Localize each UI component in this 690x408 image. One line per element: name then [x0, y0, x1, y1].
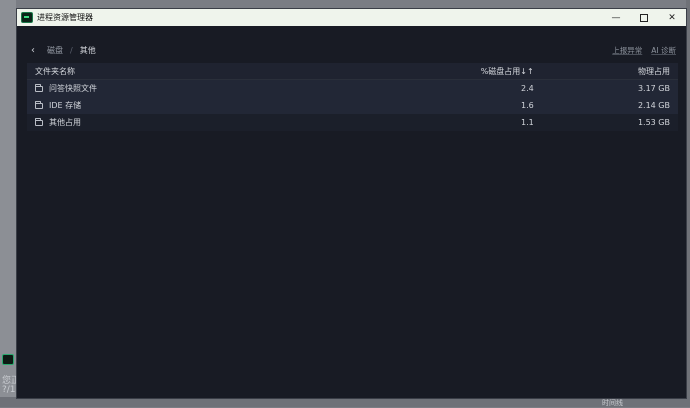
close-button[interactable]: ✕ — [658, 9, 686, 26]
breadcrumb-current: 其他 — [79, 46, 96, 55]
row-physical-size: 1.53 GB — [637, 118, 670, 127]
minimize-button[interactable]: — — [602, 9, 630, 26]
row-physical-size: 3.17 GB — [637, 84, 670, 93]
table-row[interactable]: IDE 存储 1.6 2.14 GB — [27, 97, 678, 114]
row-physical-size: 2.14 GB — [637, 101, 670, 110]
breadcrumb: ‹ 磁盘 / 其他 — [31, 45, 96, 56]
table-row[interactable]: 问答快照文件 2.4 3.17 GB — [27, 80, 678, 97]
folder-icon — [35, 100, 43, 109]
row-name: IDE 存储 — [49, 101, 82, 110]
folder-table: 文件夹名称 %磁盘占用↓↑ 物理占用 问答快照文件 2.4 3.17 GB ID… — [27, 63, 678, 131]
maximize-button[interactable] — [630, 9, 658, 26]
column-header-physical-size[interactable]: 物理占用 — [534, 66, 678, 77]
row-disk-percent: 2.4 — [520, 84, 534, 93]
title-bar[interactable]: 进程资源管理器 — ✕ — [17, 9, 686, 26]
window-title: 进程资源管理器 — [37, 13, 93, 22]
ai-diagnose-link[interactable]: AI 诊断 — [651, 45, 676, 56]
folder-icon — [35, 83, 43, 92]
folder-icon — [35, 117, 43, 126]
row-disk-percent: 1.1 — [520, 118, 534, 127]
maximize-icon — [640, 13, 648, 22]
column-header-disk-percent[interactable]: %磁盘占用↓↑ — [450, 66, 534, 77]
desktop-app-icon[interactable] — [2, 354, 14, 365]
close-icon: ✕ — [668, 12, 676, 23]
main-content: ‹ 磁盘 / 其他 上报异常 AI 诊断 文件夹名称 %磁盘占用↓↑ 物理占用 … — [17, 26, 686, 398]
row-disk-percent: 1.6 — [520, 101, 534, 110]
app-icon — [21, 12, 33, 23]
back-chevron-icon[interactable]: ‹ — [31, 45, 35, 56]
app-window: 进程资源管理器 — ✕ ‹ 磁盘 / 其他 上报异常 AI 诊断 文件夹名称 %… — [16, 8, 687, 399]
table-row[interactable]: 其他占用 1.1 1.53 GB — [27, 114, 678, 131]
row-name: 其他占用 — [49, 118, 81, 127]
breadcrumb-separator: / — [70, 46, 73, 55]
report-issue-link[interactable]: 上报异常 — [612, 45, 642, 56]
header-actions: 上报异常 AI 诊断 — [603, 45, 676, 56]
breadcrumb-parent[interactable]: 磁盘 — [47, 45, 63, 56]
column-header-name[interactable]: 文件夹名称 — [27, 66, 450, 77]
table-header: 文件夹名称 %磁盘占用↓↑ 物理占用 — [27, 63, 678, 80]
desktop-background-left — [0, 0, 16, 407]
row-name: 问答快照文件 — [49, 84, 97, 93]
minimize-icon: — — [611, 12, 621, 23]
